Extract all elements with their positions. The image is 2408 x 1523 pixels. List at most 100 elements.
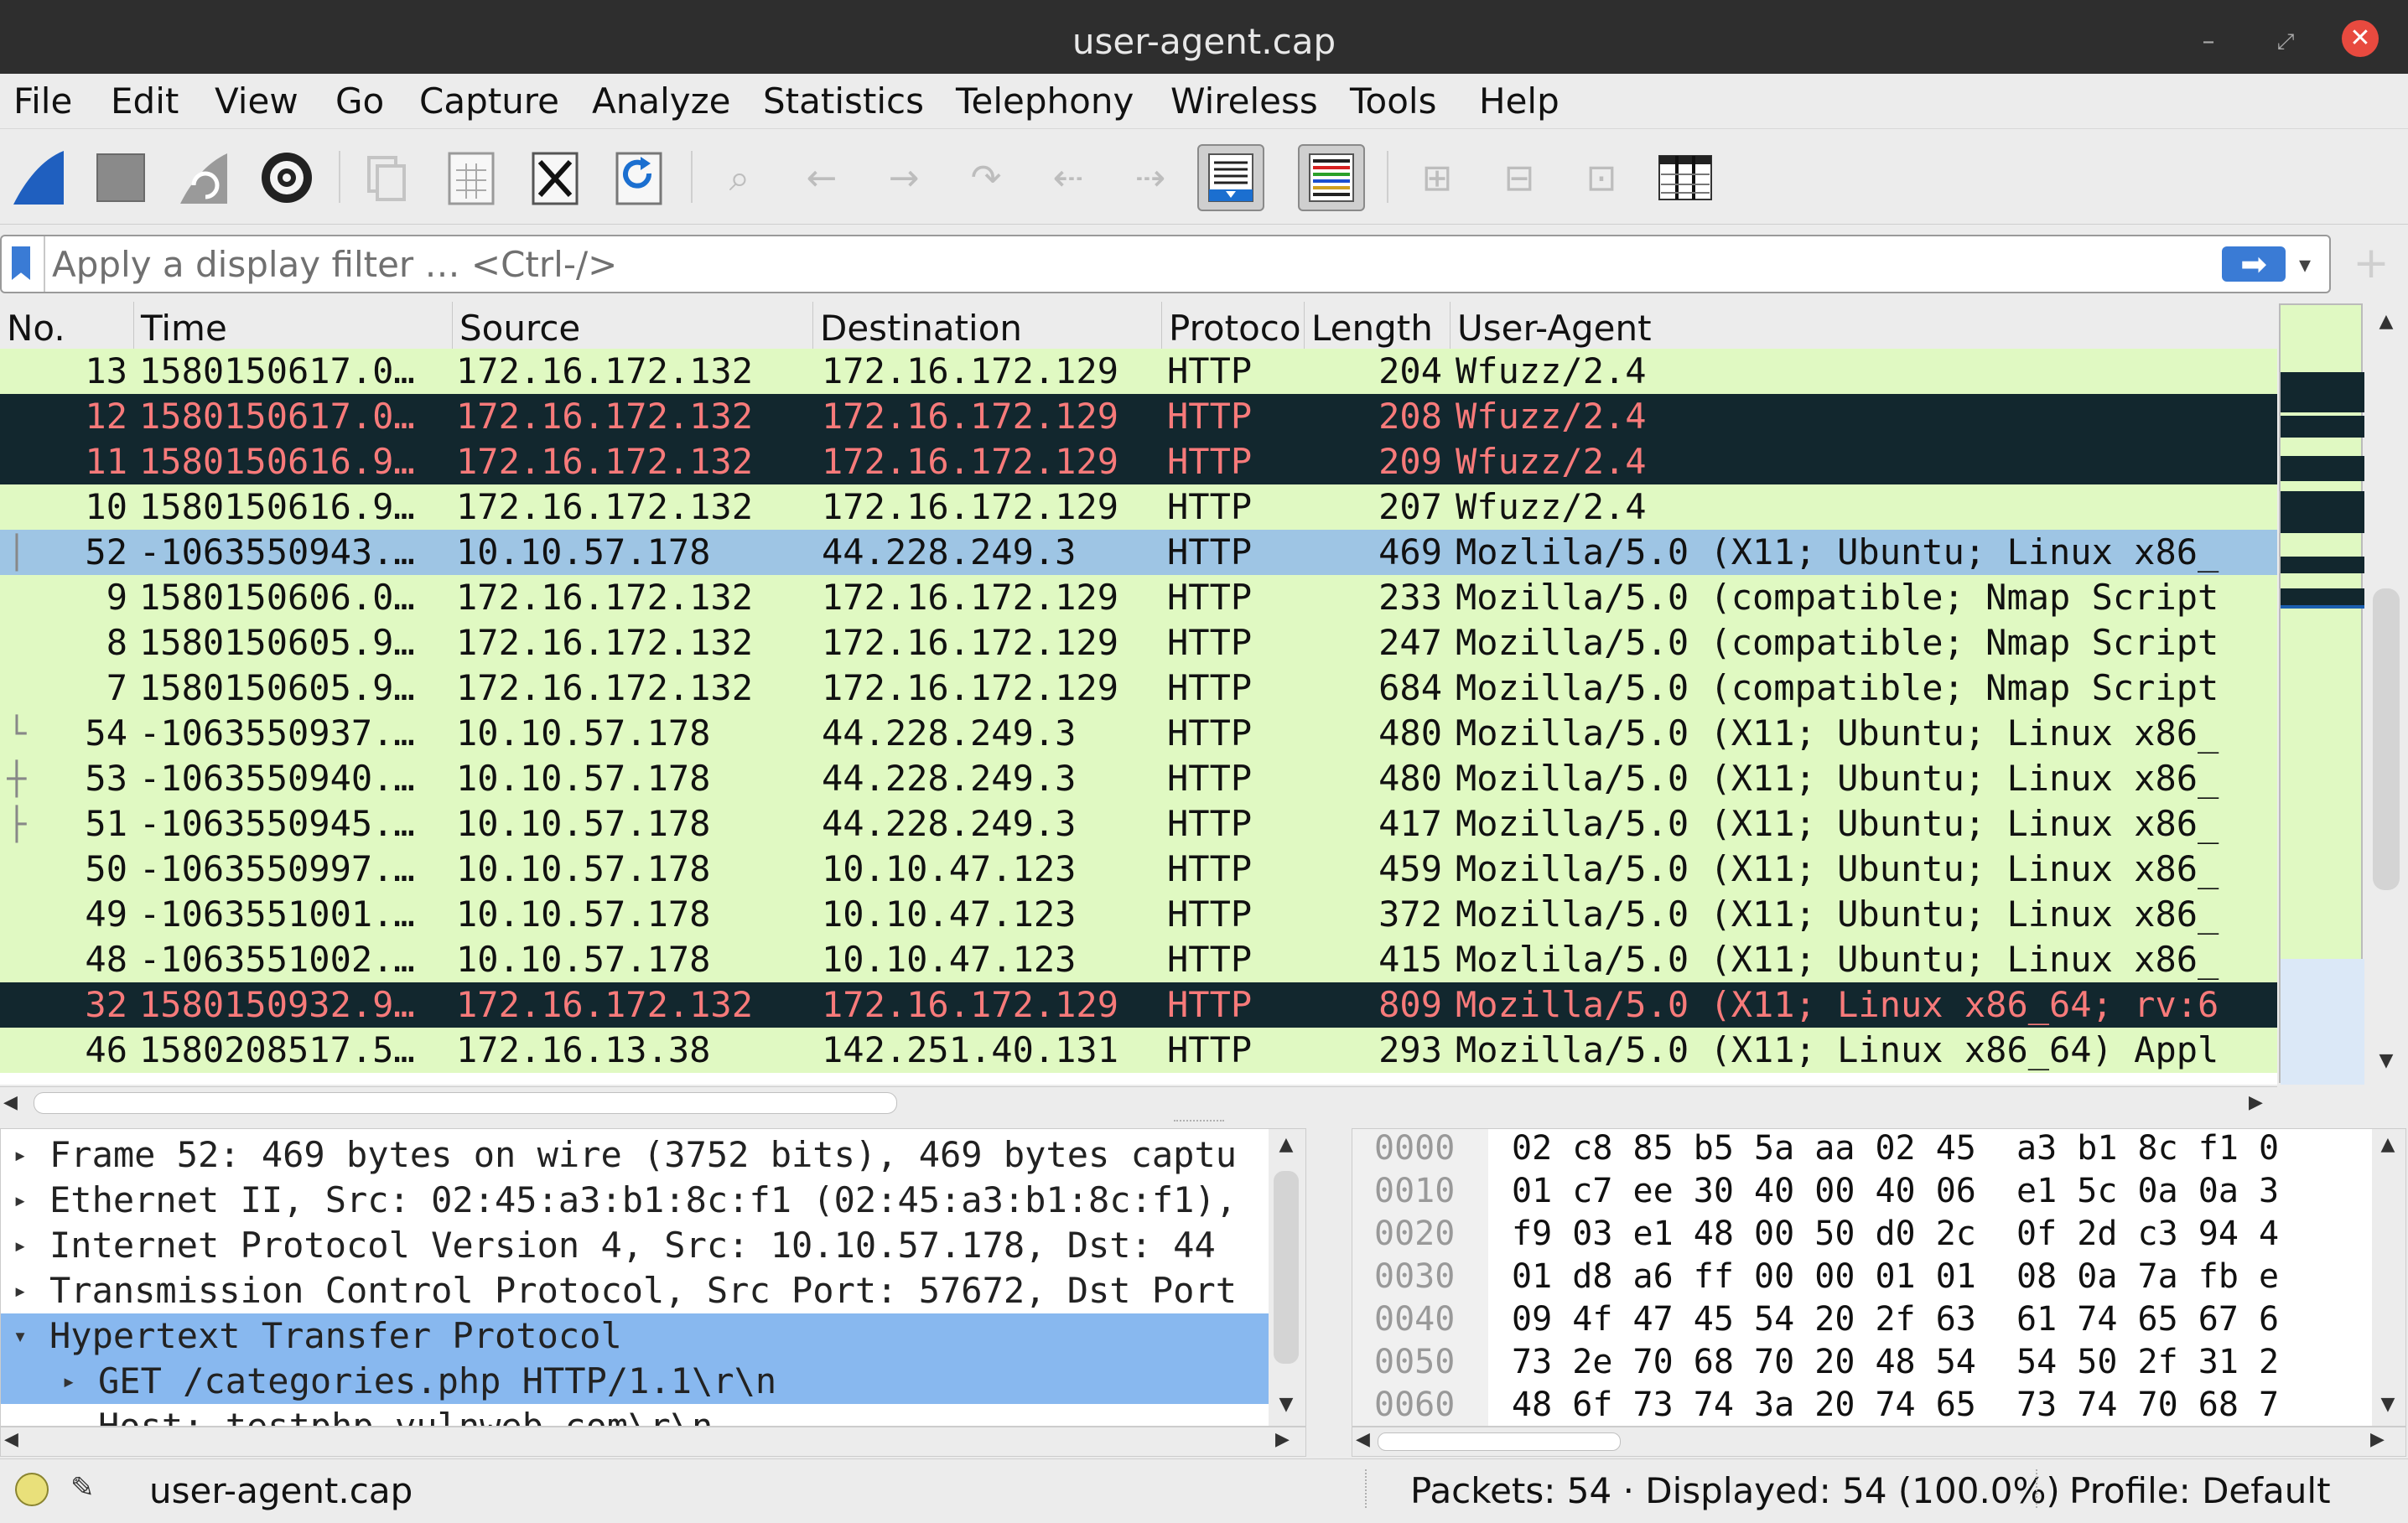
hex-bytes[interactable]: f9 03 e1 48 00 50 d0 2c 0f 2d c3 94 4 — [1512, 1213, 2279, 1256]
scroll-down-arrow-icon[interactable]: ▼ — [2374, 1049, 2398, 1073]
detail-tree-item[interactable]: Host: testphp.vulnweb.com\r\n — [1, 1404, 1305, 1426]
menu-view[interactable]: View — [215, 79, 298, 124]
column-header-user-agent[interactable]: User-Agent — [1451, 302, 2277, 349]
packet-row[interactable]: 32 1580150932.9… 172.16.172.132 172.16.172.… — [0, 982, 2277, 1028]
search-icon[interactable]: ⌕ — [706, 144, 773, 211]
menu-go[interactable]: Go — [335, 79, 384, 124]
packet-row[interactable]: 13 1580150617.0… 172.16.172.132 172.16.172.… — [0, 349, 2277, 394]
detail-tree-item[interactable]: ▾ Hypertext Transfer Protocol — [1, 1313, 1305, 1359]
column-header-no[interactable]: No. — [0, 302, 134, 349]
menu-tools[interactable]: Tools — [1350, 79, 1436, 124]
zoom-out-icon[interactable]: ⊟ — [1486, 144, 1553, 211]
minimap-viewport[interactable] — [2281, 959, 2364, 1085]
menu-wireless[interactable]: Wireless — [1170, 79, 1318, 124]
detail-tree-item[interactable]: ▸ Frame 52: 469 bytes on wire (3752 bits)… — [1, 1132, 1305, 1178]
pane-splitter-handle[interactable] — [1174, 1120, 1224, 1125]
scroll-up-arrow-icon[interactable]: ▲ — [2374, 310, 2398, 334]
expand-arrow-icon[interactable]: ▸ — [8, 1268, 33, 1313]
details-scroll-left-icon[interactable]: ◀ — [4, 1429, 18, 1450]
packet-row[interactable]: └ 54 -1063550937.… 10.10.57.178 44.228.249.3… — [0, 711, 2277, 756]
first-packet-icon[interactable]: ⇠ — [1035, 144, 1102, 211]
column-header-protocol[interactable]: Protoco — [1162, 302, 1305, 349]
add-filter-button-plus-icon[interactable]: + — [2346, 238, 2396, 288]
details-horizontal-scrollbar[interactable]: ◀ ▶ — [0, 1427, 1306, 1457]
filter-history-chevron-icon[interactable]: ▾ — [2299, 248, 2324, 282]
menu-capture[interactable]: Capture — [419, 79, 559, 124]
menu-file[interactable]: File — [13, 79, 72, 124]
packet-row[interactable]: 10 1580150616.9… 172.16.172.132 172.16.172.… — [0, 484, 2277, 530]
packet-row[interactable]: │ 52 -1063550943.… 10.10.57.178 44.228.249.3… — [0, 530, 2277, 575]
hex-bytes[interactable]: 09 4f 47 45 54 20 2f 63 61 74 65 67 6 — [1512, 1298, 2279, 1341]
scroll-right-arrow-icon[interactable]: ▶ — [2249, 1090, 2270, 1116]
details-scroll-thumb[interactable] — [1274, 1171, 1299, 1364]
bookmark-icon[interactable] — [12, 246, 30, 280]
horizontal-scroll-thumb[interactable] — [34, 1092, 897, 1114]
packet-row[interactable]: ┼ 53 -1063550940.… 10.10.57.178 44.228.249.3… — [0, 756, 2277, 801]
status-profile[interactable]: Profile: Default — [2069, 1459, 2331, 1518]
menu-edit[interactable]: Edit — [111, 79, 179, 124]
details-scroll-right-icon[interactable]: ▶ — [1275, 1429, 1290, 1450]
packet-list-horizontal-scrollbar[interactable]: ◀ ▶ — [0, 1086, 2277, 1118]
capture-comment-edit-icon[interactable]: ✎ — [70, 1471, 104, 1505]
hex-scroll-down-icon[interactable]: ▼ — [2375, 1394, 2400, 1415]
forward-arrow-icon[interactable]: → — [870, 144, 937, 211]
hex-scroll-up-icon[interactable]: ▲ — [2375, 1134, 2400, 1155]
packet-row[interactable]: 46 1580208517.5… 172.16.13.38 142.251.40.13… — [0, 1028, 2277, 1073]
packet-row[interactable]: 12 1580150617.0… 172.16.172.132 172.16.172.… — [0, 394, 2277, 439]
expand-arrow-icon[interactable]: ▸ — [8, 1223, 33, 1268]
column-header-destination[interactable]: Destination — [813, 302, 1162, 349]
details-scroll-up-icon[interactable]: ▲ — [1274, 1134, 1299, 1155]
packet-row[interactable]: 9 1580150606.0… 172.16.172.132 172.16.172.1… — [0, 575, 2277, 620]
packet-row[interactable]: 50 -1063550997.… 10.10.57.178 10.10.47.123 H… — [0, 847, 2277, 892]
details-scroll-down-icon[interactable]: ▼ — [1274, 1394, 1299, 1415]
collapse-arrow-icon[interactable]: ▾ — [8, 1313, 33, 1359]
hex-bytes[interactable]: 01 d8 a6 ff 00 00 01 01 08 0a 7a fb e — [1512, 1256, 2279, 1298]
menu-telephony[interactable]: Telephony — [956, 79, 1134, 124]
column-header-source[interactable]: Source — [453, 302, 813, 349]
menu-statistics[interactable]: Statistics — [763, 79, 924, 124]
hex-bytes[interactable]: 73 2e 70 68 70 20 48 54 54 50 2f 31 2 — [1512, 1341, 2279, 1384]
expand-arrow-icon[interactable]: ▸ — [56, 1359, 81, 1404]
hex-horizontal-scroll-thumb[interactable] — [1378, 1432, 1621, 1451]
back-arrow-icon[interactable]: ← — [788, 144, 855, 211]
restore-icon[interactable]: ⤢ — [2269, 27, 2302, 60]
packet-row[interactable]: 48 -1063551002.… 10.10.57.178 10.10.47.123 H… — [0, 937, 2277, 982]
go-to-packet-icon[interactable]: ↷ — [952, 144, 1020, 211]
detail-tree-item[interactable]: ▸ Transmission Control Protocol, Src Port… — [1, 1268, 1305, 1313]
zoom-in-icon[interactable]: ⊞ — [1404, 144, 1471, 211]
scroll-thumb[interactable] — [2373, 588, 2400, 890]
detail-tree-item[interactable]: ▸ Ethernet II, Src: 02:45:a3:b1:8c:f1 (02… — [1, 1178, 1305, 1223]
hex-bytes[interactable]: 01 c7 ee 30 40 00 40 06 e1 5c 0a 0a 3 — [1512, 1170, 2279, 1213]
hex-vertical-scrollbar[interactable]: ▲ ▼ — [2372, 1129, 2405, 1426]
expert-info-indicator-icon[interactable] — [15, 1473, 49, 1506]
column-header-time[interactable]: Time — [134, 302, 453, 349]
scroll-left-arrow-icon[interactable]: ◀ — [3, 1090, 25, 1116]
apply-filter-arrow-icon[interactable]: ➡ — [2222, 246, 2286, 282]
colorize-icon[interactable] — [1298, 144, 1365, 211]
detail-tree-item[interactable]: ▸ GET /categories.php HTTP/1.1\r\n — [1, 1359, 1305, 1404]
hex-scroll-left-icon[interactable]: ◀ — [1356, 1429, 1370, 1450]
restart-fin-icon[interactable] — [171, 144, 238, 211]
save-file-icon[interactable] — [438, 144, 505, 211]
packet-row[interactable]: 7 1580150605.9… 172.16.172.132 172.16.172.1… — [0, 666, 2277, 711]
reload-icon[interactable] — [605, 144, 672, 211]
packet-minimap[interactable] — [2279, 303, 2364, 1085]
expand-arrow-icon[interactable]: ▸ — [8, 1178, 33, 1223]
hex-horizontal-scrollbar[interactable]: ◀ ▶ — [1352, 1427, 2406, 1457]
stop-square-icon[interactable] — [87, 144, 154, 211]
hex-bytes[interactable]: 48 6f 73 74 3a 20 74 65 73 74 70 68 7 — [1512, 1384, 2279, 1426]
hex-bytes[interactable]: 02 c8 85 b5 5a aa 02 45 a3 b1 8c f1 0 — [1512, 1129, 2279, 1170]
close-file-icon[interactable] — [522, 144, 589, 211]
shark-fin-start-icon[interactable] — [5, 144, 72, 211]
menu-help[interactable]: Help — [1479, 79, 1559, 124]
packet-row[interactable]: 11 1580150616.9… 172.16.172.132 172.16.172.… — [0, 439, 2277, 484]
details-vertical-scrollbar[interactable]: ▲ ▼ — [1269, 1129, 1305, 1426]
close-window-button[interactable]: ✕ — [2342, 20, 2379, 57]
column-header-length[interactable]: Length — [1305, 302, 1451, 349]
last-packet-icon[interactable]: ⇢ — [1117, 144, 1184, 211]
packet-row[interactable]: 49 -1063551001.… 10.10.57.178 10.10.47.123 H… — [0, 892, 2277, 937]
hex-scroll-right-icon[interactable]: ▶ — [2370, 1429, 2385, 1450]
detail-tree-item[interactable]: ▸ Internet Protocol Version 4, Src: 10.10… — [1, 1223, 1305, 1268]
packet-list-vertical-scrollbar[interactable]: ▲ ▼ — [2366, 303, 2406, 1083]
menu-analyze[interactable]: Analyze — [592, 79, 731, 124]
